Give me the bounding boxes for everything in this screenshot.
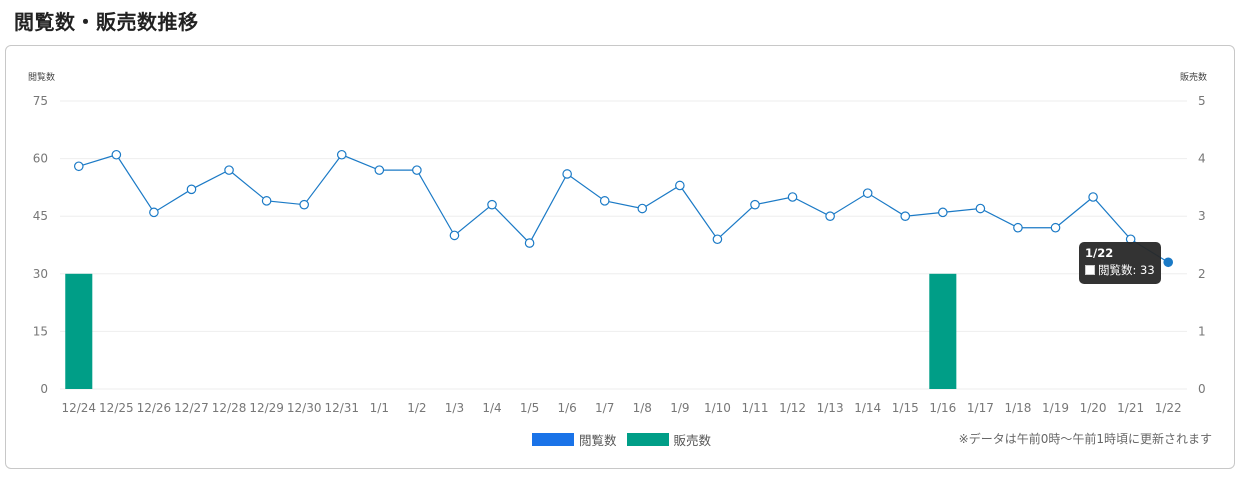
x-tick-label: 12/29	[249, 401, 284, 415]
x-tick-label: 1/10	[704, 401, 731, 415]
legend-label-views: 閲覧数	[579, 433, 617, 448]
x-tick-label: 1/22	[1155, 401, 1182, 415]
x-tick-label: 12/30	[287, 401, 322, 415]
views-point	[599, 196, 610, 206]
axis-labels: 01530456075012345閲覧数 販売数12/24 12/25 12/26 12…	[28, 71, 1207, 415]
views-point	[524, 238, 535, 248]
x-tick-label: 1/2	[407, 401, 426, 415]
legend-item-views[interactable]: 閲覧数	[532, 430, 617, 449]
views-point	[675, 180, 685, 191]
y-left-axis-title: 閲覧数	[28, 71, 55, 83]
x-tick-label: 12/26	[137, 401, 172, 415]
x-tick-label: 12/24	[61, 401, 96, 415]
views-point	[261, 196, 272, 206]
legend-item-sales[interactable]: 販売数	[626, 430, 712, 449]
y-right-tick-label: 2	[1198, 267, 1206, 281]
views-point	[938, 207, 948, 218]
views-point	[487, 199, 497, 210]
x-tick-label: 1/12	[779, 401, 806, 415]
x-tick-label: 12/31	[324, 401, 359, 415]
y-left-tick-label: 75	[33, 94, 48, 108]
y-left-tick-label: 30	[33, 267, 48, 281]
views-point	[787, 192, 798, 202]
tooltip-label: 閲覧数: 33	[1098, 263, 1155, 277]
views-line-path	[78, 154, 1169, 263]
views-point	[712, 234, 723, 245]
x-tick-label: 1/3	[445, 401, 464, 415]
views-point	[374, 165, 385, 175]
views-point	[825, 211, 835, 221]
grid-lines	[60, 100, 1187, 390]
y-left-tick-label: 0	[40, 382, 48, 396]
legend-swatch-sales	[626, 433, 669, 446]
views-point	[750, 199, 760, 210]
legend-label-sales: 販売数	[673, 433, 712, 448]
views-point	[975, 203, 986, 214]
views-point	[449, 230, 460, 241]
views-point	[224, 165, 234, 175]
x-tick-label: 12/25	[99, 401, 134, 415]
x-tick-label: 1/18	[1004, 401, 1031, 415]
update-note: ※データは午前0時〜午前1時頃に更新されます	[958, 432, 1212, 446]
chart-tooltip: 1/22 閲覧数: 33	[1079, 242, 1161, 284]
x-tick-label: 1/13	[817, 401, 844, 415]
views-point	[73, 161, 84, 172]
y-right-tick-label: 3	[1198, 209, 1206, 223]
y-right-tick-label: 1	[1198, 324, 1206, 338]
x-tick-label: 1/6	[557, 401, 576, 415]
views-point	[111, 149, 122, 160]
x-tick-label: 1/14	[854, 401, 881, 415]
views-point	[336, 149, 347, 160]
x-tick-label: 1/16	[929, 401, 956, 415]
x-tick-label: 1/19	[1042, 401, 1069, 415]
x-tick-label: 12/27	[174, 401, 209, 415]
views-point	[862, 188, 873, 198]
views-point	[149, 207, 159, 218]
views-point	[1050, 222, 1061, 233]
y-right-axis-title: 販売数	[1180, 71, 1207, 83]
views-sales-chart: 01530456075012345閲覧数 販売数12/24 12/25 12/26 12…	[28, 71, 1207, 415]
x-tick-label: 1/7	[595, 401, 614, 415]
y-left-tick-label: 15	[33, 324, 48, 338]
y-right-tick-label: 5	[1198, 94, 1206, 108]
x-tick-label: 1/21	[1117, 401, 1144, 415]
views-point	[1013, 222, 1023, 233]
x-tick-label: 1/4	[482, 401, 501, 415]
sales-bar	[65, 273, 93, 389]
x-tick-label: 12/28	[212, 401, 247, 415]
y-left-tick-label: 60	[33, 152, 48, 166]
x-tick-label: 1/15	[892, 401, 919, 415]
views-point	[1163, 257, 1174, 268]
views-point	[299, 199, 309, 210]
y-left-tick-label: 45	[33, 209, 48, 223]
views-point	[1088, 192, 1098, 202]
x-tick-label: 1/8	[633, 401, 652, 415]
x-tick-label: 1/1	[370, 401, 389, 415]
tooltip-swatch	[1085, 265, 1095, 275]
x-tick-label: 1/20	[1080, 401, 1107, 415]
legend-swatch-views	[532, 433, 574, 446]
x-tick-label: 1/9	[670, 401, 689, 415]
x-tick-label: 1/5	[520, 401, 539, 415]
x-tick-label: 1/17	[967, 401, 994, 415]
x-tick-label: 1/11	[742, 401, 769, 415]
chart-legend: 閲覧数 販売数	[532, 430, 721, 449]
views-line	[78, 154, 1169, 263]
views-point	[900, 211, 911, 221]
views-point	[186, 184, 197, 195]
sales-bar	[929, 273, 957, 389]
tooltip-title: 1/22	[1085, 246, 1114, 260]
views-point	[562, 169, 572, 179]
views-point	[637, 203, 648, 214]
views-point	[412, 165, 422, 175]
y-right-tick-label: 0	[1198, 382, 1206, 396]
y-right-tick-label: 4	[1198, 152, 1206, 166]
views-points	[73, 149, 1174, 268]
